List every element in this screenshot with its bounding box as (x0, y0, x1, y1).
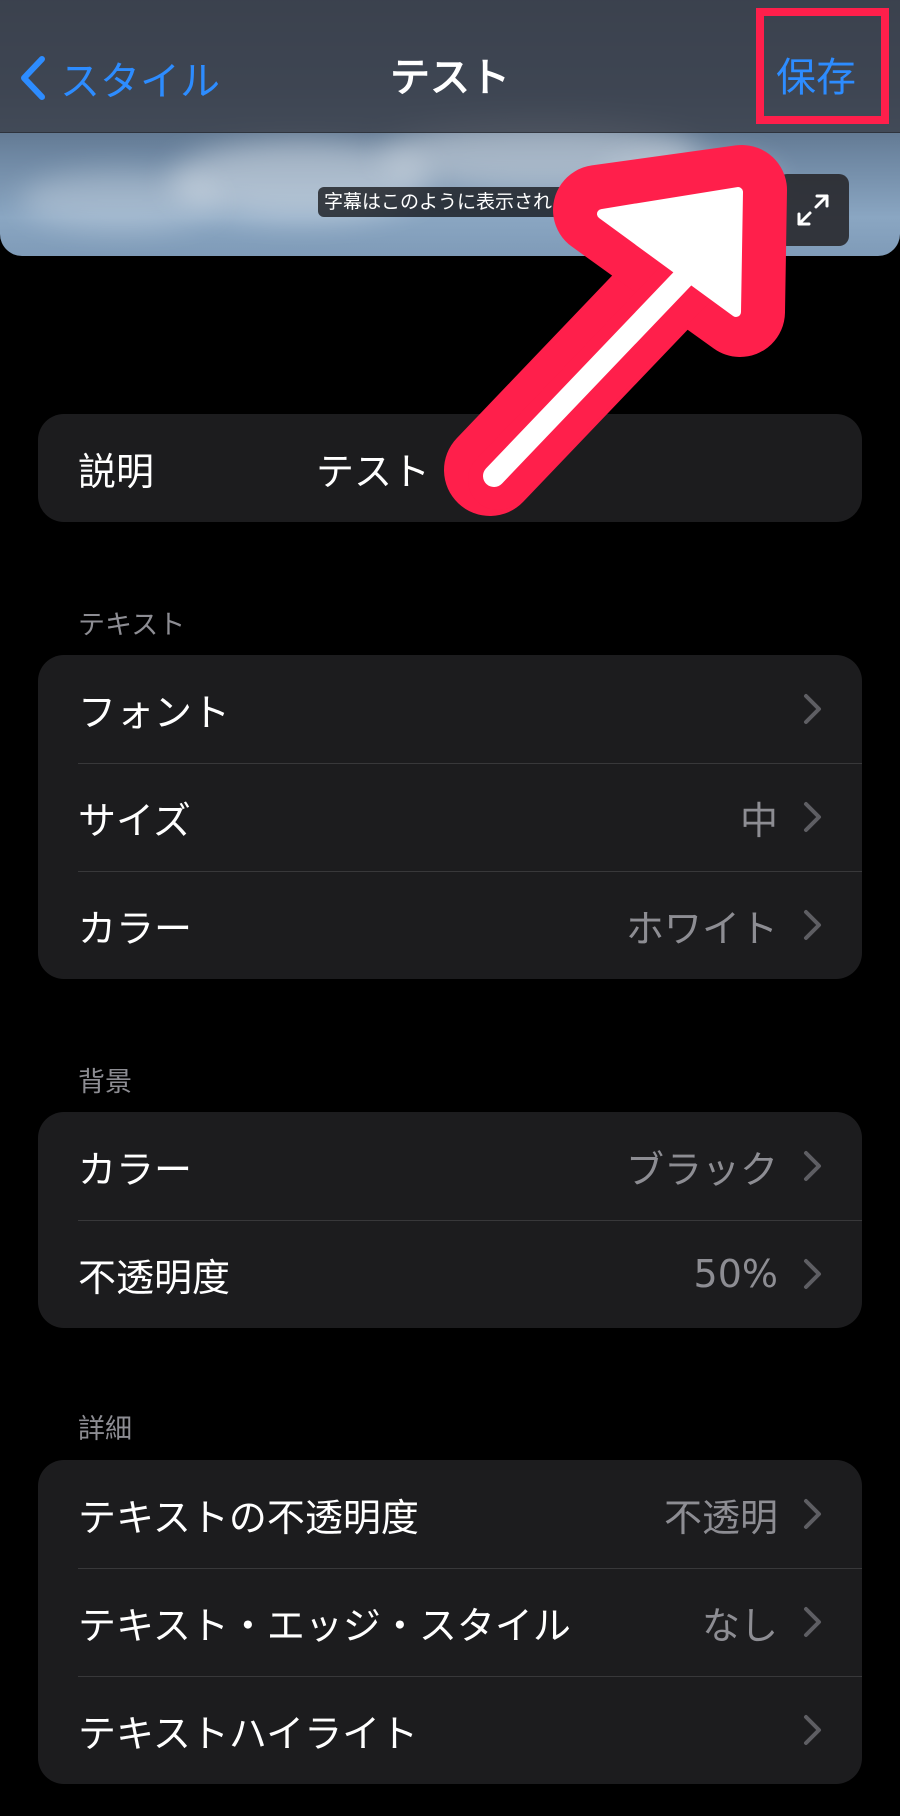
row-value: 50% (693, 1252, 778, 1296)
row-label: カラー (78, 906, 193, 951)
row-background-opacity[interactable]: 不透明度 50% (38, 1220, 862, 1328)
chevron-right-icon (804, 802, 821, 832)
row-label: テキストハイライト (78, 1711, 419, 1756)
row-label: カラー (78, 1147, 193, 1192)
row-background-color[interactable]: カラー ブラック (38, 1112, 862, 1220)
chevron-right-icon (804, 1715, 821, 1745)
text-settings-group: フォント サイズ 中 カラー ホワイト (38, 655, 862, 979)
chevron-right-icon (804, 1259, 821, 1289)
row-text-edge-style[interactable]: テキスト・エッジ・スタイル なし (38, 1568, 862, 1676)
description-value: テスト (316, 449, 431, 494)
description-group: 説明 テスト (38, 414, 862, 522)
row-label: 不透明度 (78, 1255, 231, 1300)
row-label: フォント (78, 690, 231, 735)
row-label: サイズ (78, 798, 191, 843)
row-value: なし (701, 1603, 778, 1648)
row-value: 不透明 (663, 1495, 778, 1540)
chevron-right-icon (804, 1151, 821, 1181)
description-row[interactable]: 説明 テスト (38, 414, 862, 522)
chevron-right-icon (804, 694, 821, 724)
row-value: ホワイト (625, 906, 778, 951)
background-settings-group: カラー ブラック 不透明度 50% (38, 1112, 862, 1328)
expand-arrows-icon (797, 194, 829, 226)
row-text-color[interactable]: カラー ホワイト (38, 871, 862, 979)
description-label: 説明 (78, 449, 155, 494)
section-header-text: テキスト (78, 610, 186, 641)
expand-button[interactable] (777, 174, 849, 246)
row-text-opacity[interactable]: テキストの不透明度 不透明 (38, 1460, 862, 1568)
section-header-details: 詳細 (78, 1414, 132, 1445)
save-highlight-box (756, 8, 889, 124)
section-header-background: 背景 (78, 1067, 132, 1098)
details-settings-group: テキストの不透明度 不透明 テキスト・エッジ・スタイル なし テキストハイライト (38, 1460, 862, 1784)
row-size[interactable]: サイズ 中 (38, 763, 862, 871)
row-value: ブラック (625, 1147, 778, 1192)
chevron-right-icon (804, 1499, 821, 1529)
row-text-highlight[interactable]: テキストハイライト (38, 1676, 862, 1784)
caption-sample: 字幕はこのように表示されます (318, 187, 597, 217)
chevron-right-icon (804, 910, 821, 940)
chevron-right-icon (804, 1607, 821, 1637)
row-font[interactable]: フォント (38, 655, 862, 763)
row-label: テキストの不透明度 (78, 1495, 419, 1540)
row-value: 中 (739, 798, 778, 843)
row-label: テキスト・エッジ・スタイル (78, 1603, 571, 1648)
